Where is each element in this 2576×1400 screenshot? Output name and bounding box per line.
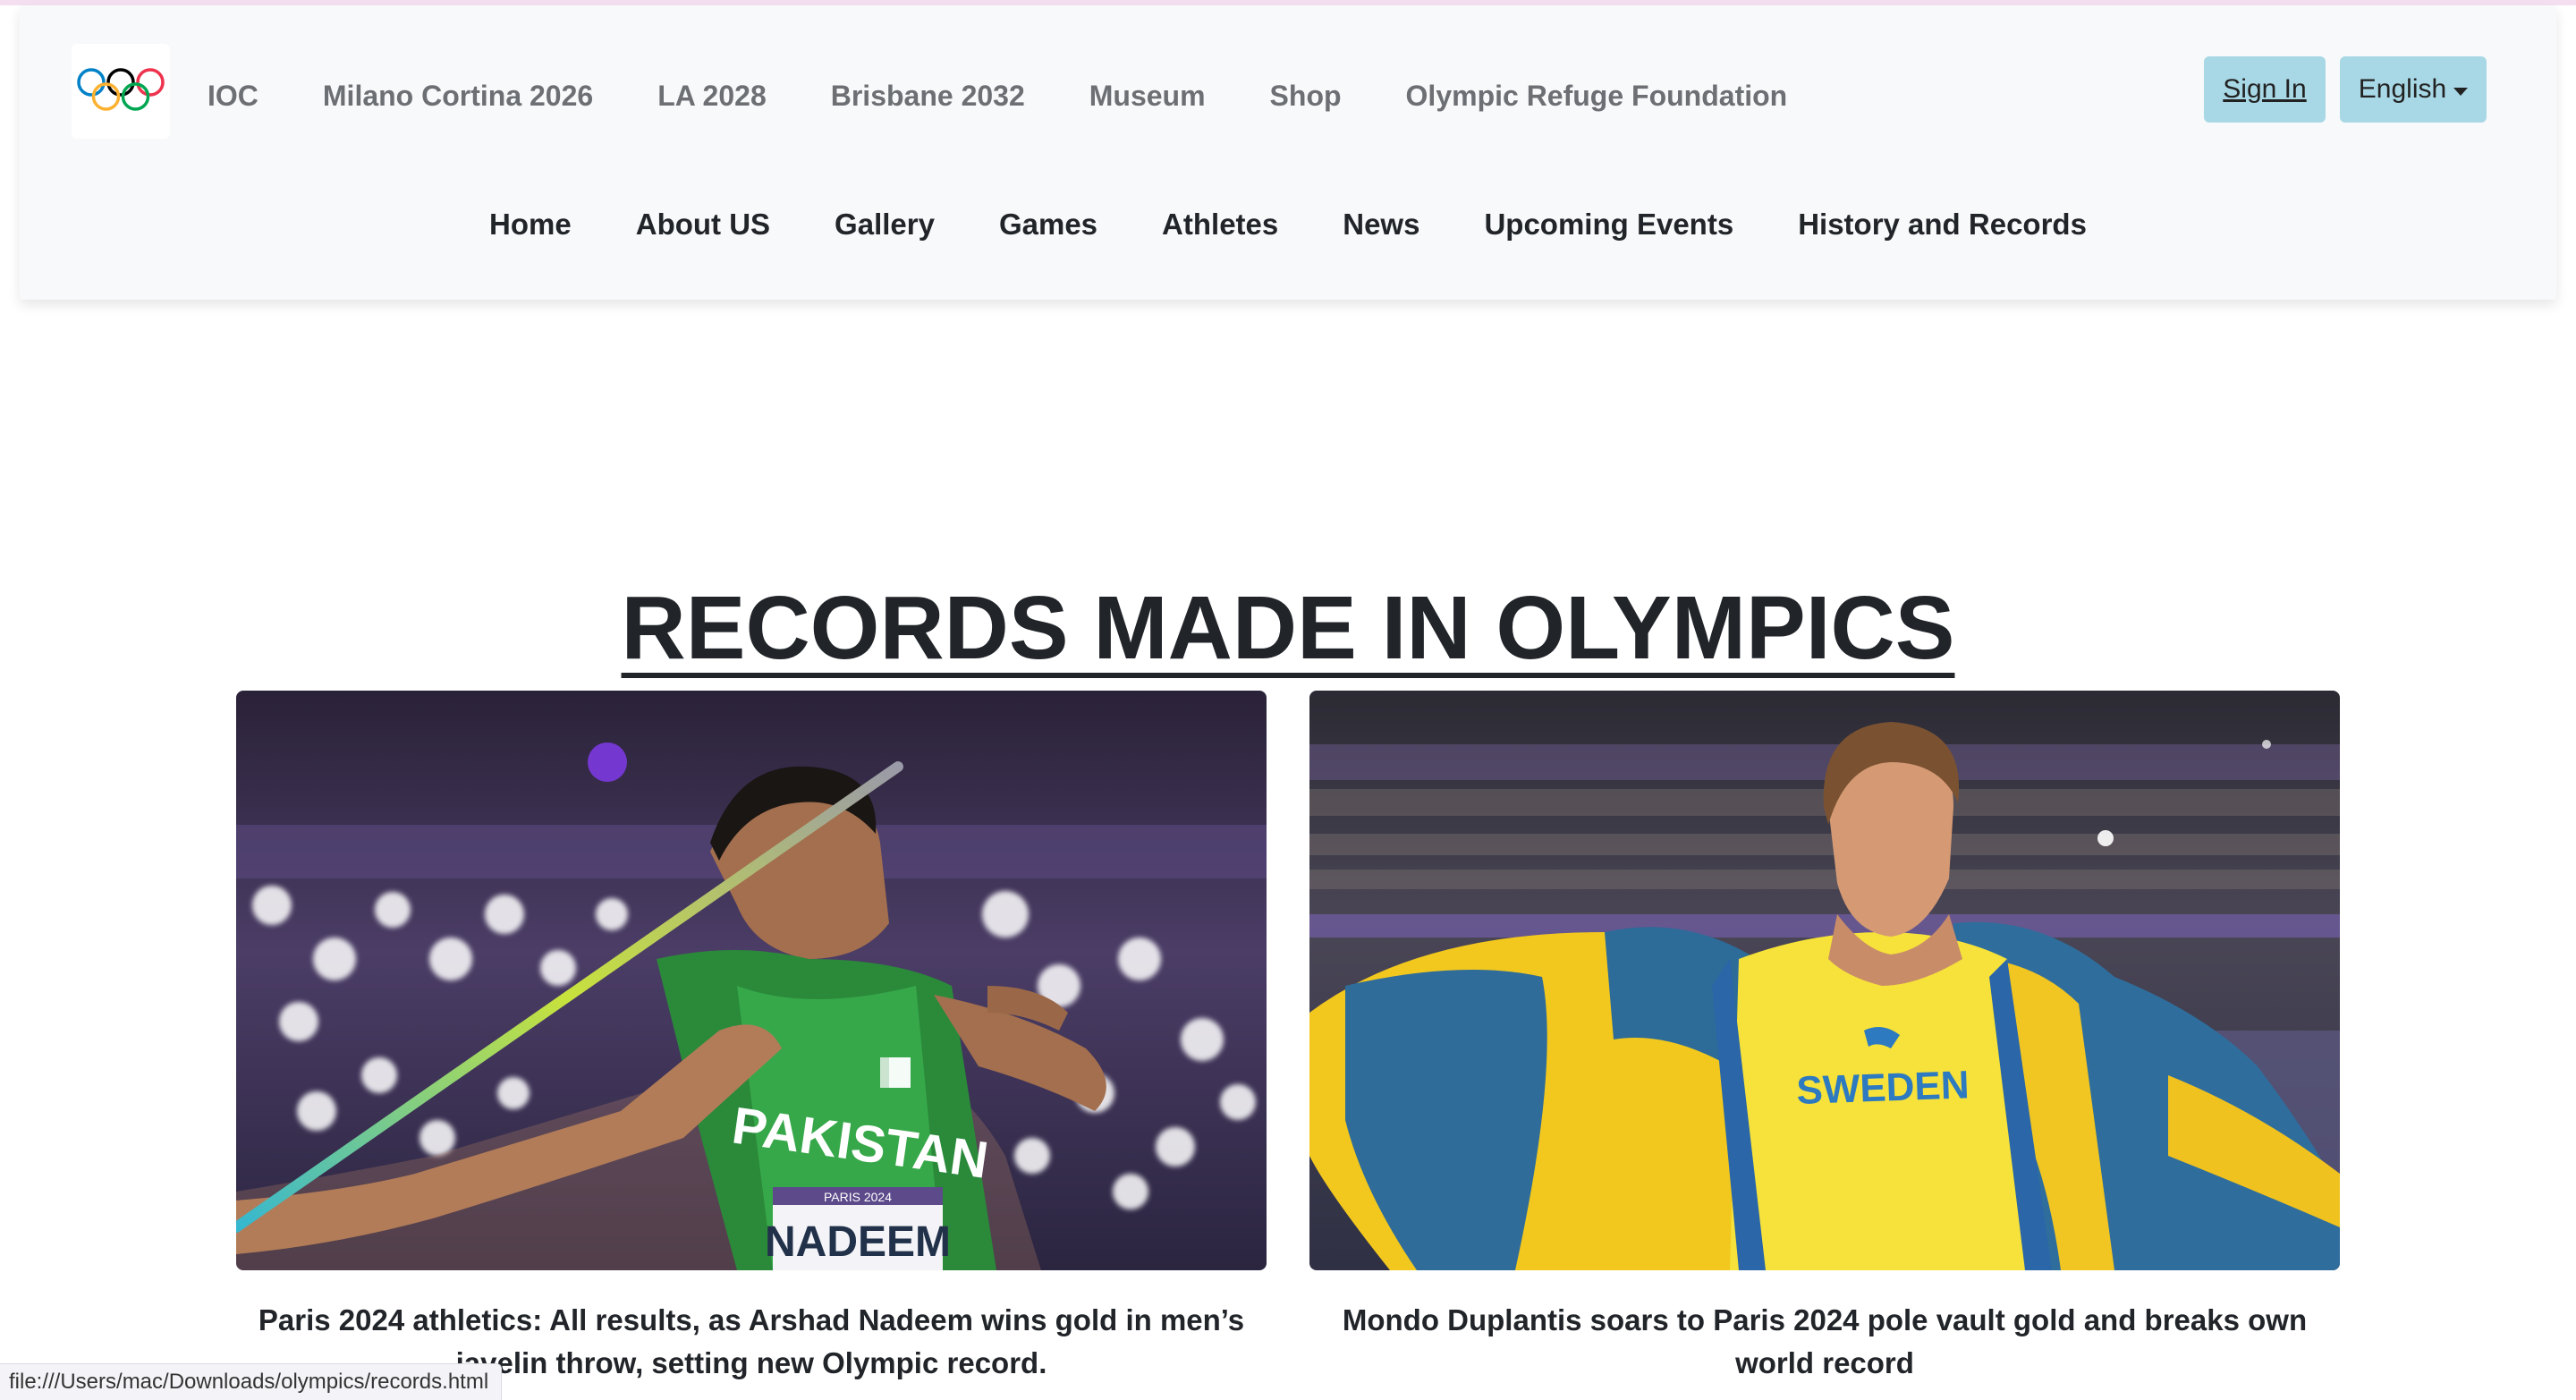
status-url: file:///Users/mac/Downloads/olympics/rec… (9, 1370, 489, 1394)
card-caption[interactable]: Mondo Duplantis soars to Paris 2024 pole… (1309, 1299, 2340, 1385)
main-nav-gallery[interactable]: Gallery (835, 208, 935, 242)
sign-in-label: Sign In (2223, 74, 2307, 104)
pole-vault-photo: SWEDEN (1309, 691, 2340, 1270)
top-nav-ioc[interactable]: IOC (208, 80, 258, 113)
bib-name-text: NADEEM (765, 1218, 951, 1266)
main-nav-about-us[interactable]: About US (636, 208, 770, 242)
top-nav-olympic-refuge-foundation[interactable]: Olympic Refuge Foundation (1406, 80, 1788, 113)
main-nav-news[interactable]: News (1343, 208, 1419, 242)
top-nav-brisbane-2032[interactable]: Brisbane 2032 (831, 80, 1025, 113)
top-nav: IOC Milano Cortina 2026 LA 2028 Brisbane… (208, 69, 1852, 123)
main-nav-upcoming-events[interactable]: Upcoming Events (1484, 208, 1733, 242)
top-nav-museum[interactable]: Museum (1089, 80, 1206, 113)
shirt-text: SWEDEN (1796, 1063, 1970, 1113)
main-nav: Home About US Gallery Games Athletes New… (20, 208, 2556, 242)
bib-event-text: PARIS 2024 (824, 1190, 892, 1204)
main-nav-games[interactable]: Games (999, 208, 1097, 242)
top-nav-milano-cortina-2026[interactable]: Milano Cortina 2026 (323, 80, 593, 113)
site-header: IOC Milano Cortina 2026 LA 2028 Brisbane… (20, 6, 2556, 300)
language-dropdown[interactable]: English (2340, 56, 2487, 123)
main-nav-home[interactable]: Home (489, 208, 572, 242)
sign-in-button[interactable]: Sign In (2204, 56, 2326, 123)
record-card[interactable]: PARIS 2024 NADEEM PAKISTAN Paris 2024 at… (236, 691, 1267, 1385)
language-label: English (2358, 74, 2447, 104)
top-nav-shop[interactable]: Shop (1270, 80, 1342, 113)
window-top-edge (0, 0, 2576, 5)
olympic-rings-logo[interactable] (72, 44, 170, 139)
javelin-photo: PARIS 2024 NADEEM PAKISTAN (236, 691, 1267, 1270)
top-nav-la-2028[interactable]: LA 2028 (657, 80, 767, 113)
record-card[interactable]: SWEDEN Mondo Duplantis soars to Paris 20… (1309, 691, 2340, 1385)
olympic-rings-icon (77, 68, 165, 111)
main-nav-athletes[interactable]: Athletes (1162, 208, 1278, 242)
page-title: RECORDS MADE IN OLYMPICS (621, 578, 1955, 678)
main-nav-history-and-records[interactable]: History and Records (1798, 208, 2087, 242)
caret-down-icon (2453, 87, 2469, 96)
browser-status-bar: file:///Users/mac/Downloads/olympics/rec… (0, 1363, 503, 1400)
